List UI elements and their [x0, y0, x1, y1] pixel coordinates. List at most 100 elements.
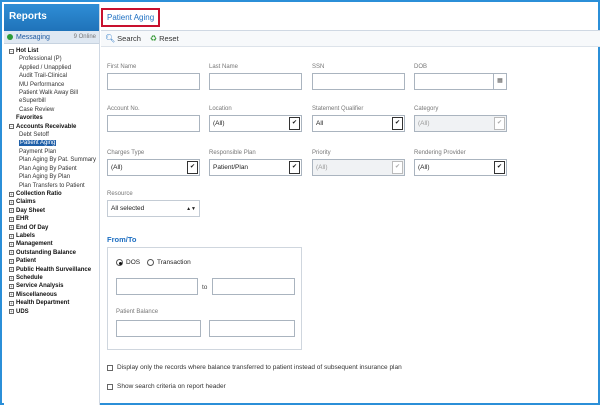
tree-label: Plan Aging By Plan: [19, 174, 71, 181]
tree-item-esuperbill[interactable]: eSuperbill: [9, 97, 99, 105]
tree-item-patient-aging[interactable]: Patient Aging: [9, 139, 99, 147]
expand-icon[interactable]: +: [9, 208, 14, 214]
tree-section-end-of-day[interactable]: + End Of Day: [9, 224, 99, 232]
collapse-icon[interactable]: −: [9, 48, 14, 54]
search-button[interactable]: 🔍︎ Search: [105, 34, 141, 43]
reset-button[interactable]: ♻ Reset: [150, 34, 179, 43]
tree-item-patient-walk-away-bill[interactable]: Patient Walk Away Bill: [9, 89, 99, 97]
transaction-radio[interactable]: Transaction: [147, 259, 191, 266]
tree-item-case-review[interactable]: Case Review: [9, 106, 99, 114]
tree-label: Management: [16, 241, 53, 248]
dos-label: DOS: [126, 259, 141, 266]
tree-section-schedule[interactable]: + Schedule: [9, 274, 99, 282]
expand-icon[interactable]: +: [9, 292, 14, 298]
radio-checked-icon: [116, 259, 123, 266]
from-date-input[interactable]: [116, 278, 198, 295]
calendar-icon[interactable]: ▦: [493, 74, 506, 89]
tree-item-plan-aging-by-patient[interactable]: Plan Aging By Patient: [9, 165, 99, 173]
tree-label: Payment Plan: [19, 148, 57, 155]
dob-label: DOB: [414, 64, 428, 70]
tree-section-health-department[interactable]: + Health Department: [9, 299, 99, 307]
responsible-plan-label: Responsible Plan: [209, 150, 256, 156]
category-field: Category (All) ✔: [414, 106, 507, 132]
tree-section-service-analysis[interactable]: + Service Analysis: [9, 282, 99, 290]
expand-icon[interactable]: +: [9, 300, 14, 306]
rendering-provider-field: Rendering Provider (All) ✔: [414, 150, 507, 176]
charges-type-label: Charges Type: [107, 150, 145, 156]
first-name-input[interactable]: [107, 73, 200, 90]
tree-section-management[interactable]: + Management: [9, 240, 99, 248]
patient-balance-max-input[interactable]: [209, 320, 295, 337]
expand-icon[interactable]: +: [9, 200, 14, 206]
expand-icon[interactable]: +: [9, 284, 14, 290]
sidebar: Reports Messaging 9 Online − Hot List Prof…: [4, 4, 100, 405]
tree-item-payment-plan[interactable]: Payment Plan: [9, 148, 99, 156]
transferred-balance-checkbox[interactable]: Display only the records where balance t…: [107, 364, 402, 371]
account-no-input[interactable]: [107, 115, 200, 132]
tree-item-plan-aging-by-pat-summary[interactable]: Plan Aging By Pat. Summary: [9, 156, 99, 164]
tree-label: Accounts Receivable: [16, 123, 77, 130]
tree-item-plan-aging-by-plan[interactable]: Plan Aging By Plan: [9, 173, 99, 181]
app-frame: Reports Messaging 9 Online − Hot List Prof…: [0, 0, 600, 405]
tree-section-patient[interactable]: + Patient: [9, 257, 99, 265]
tree-item-plan-transfers-to-patient[interactable]: Plan Transfers to Patient: [9, 182, 99, 190]
expand-icon[interactable]: +: [9, 242, 14, 248]
expand-icon[interactable]: +: [9, 191, 14, 197]
collapse-icon[interactable]: −: [9, 124, 14, 130]
tree-section-ehr[interactable]: + EHR: [9, 215, 99, 223]
tree-section-outstanding-balance[interactable]: + Outstanding Balance: [9, 249, 99, 257]
responsible-plan-select[interactable]: Patient/Plan ✔: [209, 159, 302, 176]
tab-patient-aging[interactable]: Patient Aging: [101, 8, 161, 27]
tree-section-collection-ratio[interactable]: + Collection Ratio: [9, 190, 99, 198]
show-criteria-label: Show search criteria on report header: [117, 383, 226, 390]
location-select[interactable]: (All) ✔: [209, 115, 302, 132]
tree-label: Service Analysis: [16, 283, 64, 290]
from-to-title: From/To: [107, 235, 137, 244]
expand-icon[interactable]: +: [9, 309, 14, 315]
expand-icon[interactable]: +: [9, 258, 14, 264]
expand-icon[interactable]: +: [9, 250, 14, 256]
tree-label: Debt Setoff: [19, 132, 49, 139]
show-criteria-checkbox[interactable]: Show search criteria on report header: [107, 383, 226, 390]
charges-type-select[interactable]: (All) ✔: [107, 159, 200, 176]
expand-icon[interactable]: +: [9, 233, 14, 239]
tree-item-mu-performance[interactable]: MU Performance: [9, 81, 99, 89]
rendering-provider-value: (All): [418, 164, 430, 171]
to-date-input[interactable]: [212, 278, 295, 295]
tree-label: Applied / Unapplied: [19, 64, 72, 71]
chevron-down-icon: ✔: [289, 117, 300, 130]
expand-icon[interactable]: +: [9, 275, 14, 281]
tree-label: Collection Ratio: [16, 190, 62, 197]
last-name-input[interactable]: [209, 73, 302, 90]
tree-item-professional-p[interactable]: Professional (P): [9, 55, 99, 63]
tree-item-debt-setoff[interactable]: Debt Setoff: [9, 131, 99, 139]
statement-qualifier-select[interactable]: All ✔: [312, 115, 405, 132]
expand-icon[interactable]: +: [9, 267, 14, 273]
expand-icon[interactable]: +: [9, 225, 14, 231]
tree-section-accounts-receivable[interactable]: − Accounts Receivable: [9, 123, 99, 131]
messaging-bar[interactable]: Messaging 9 Online: [4, 31, 99, 44]
tree-section-labels[interactable]: + Labels: [9, 232, 99, 240]
tree-item-applied-unapplied[interactable]: Applied / Unapplied: [9, 64, 99, 72]
tree-item-favorites[interactable]: Favorites: [9, 114, 99, 122]
ssn-input[interactable]: [312, 73, 405, 90]
tree-label: Health Department: [16, 300, 70, 307]
tree-section-miscellaneous[interactable]: + Miscellaneous: [9, 291, 99, 299]
tree-item-audit-trail-clinical[interactable]: Audit Trail-Clinical: [9, 72, 99, 80]
charges-type-field: Charges Type (All) ✔: [107, 150, 200, 176]
expand-icon[interactable]: +: [9, 216, 14, 222]
tree-label: Audit Trail-Clinical: [19, 73, 68, 80]
patient-balance-min-input[interactable]: [116, 320, 201, 337]
dob-input[interactable]: ▦: [414, 73, 507, 90]
tree-section-public-health-surveillance[interactable]: + Public Health Surveillance: [9, 266, 99, 274]
dos-radio[interactable]: DOS: [116, 259, 140, 266]
first-name-field: First Name: [107, 64, 200, 90]
tree-section-uds[interactable]: + UDS: [9, 308, 99, 316]
rendering-provider-select[interactable]: (All) ✔: [414, 159, 507, 176]
tree-label: Hot List: [16, 48, 39, 54]
resource-multiselect[interactable]: All selected ▲▼: [107, 200, 200, 217]
tree-section-day-sheet[interactable]: + Day Sheet: [9, 207, 99, 215]
tree-section-claims[interactable]: + Claims: [9, 198, 99, 206]
tree-section-hot-list[interactable]: − Hot List: [9, 47, 99, 55]
priority-field: Priority (All) ✔: [312, 150, 405, 176]
